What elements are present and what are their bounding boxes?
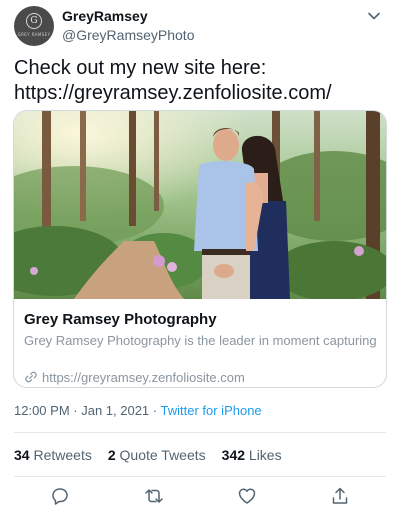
- likes-label: Likes: [248, 447, 282, 463]
- avatar-logo-text: GREY RAMSEY: [17, 32, 51, 37]
- card-link[interactable]: https://greyramsey.zenfoliosite.com: [24, 370, 245, 385]
- retweets-count: 34: [14, 447, 30, 463]
- link-card[interactable]: Grey Ramsey Photography Grey Ramsey Phot…: [13, 110, 387, 388]
- retweet-icon[interactable]: [144, 486, 164, 506]
- divider: [14, 476, 386, 477]
- tweet-header: G GREY RAMSEY GreyRamsey @GreyRamseyPhot…: [14, 6, 386, 48]
- likes-stat[interactable]: 342 Likes: [222, 447, 282, 463]
- divider: [14, 432, 386, 433]
- reply-icon[interactable]: [50, 486, 70, 506]
- tweet-text-line: Check out my new site here:: [14, 57, 267, 79]
- tweet-date[interactable]: Jan 1, 2021: [81, 403, 149, 418]
- quote-tweets-stat[interactable]: 2 Quote Tweets: [108, 447, 206, 463]
- author-handle[interactable]: @GreyRamseyPhoto: [62, 27, 194, 43]
- retweets-stat[interactable]: 34 Retweets: [14, 447, 92, 463]
- author-display-name[interactable]: GreyRamsey: [62, 8, 148, 24]
- tweet-meta: 12:00 PM · Jan 1, 2021 · Twitter for iPh…: [14, 403, 262, 418]
- card-image[interactable]: [14, 111, 386, 299]
- like-icon[interactable]: [237, 486, 257, 506]
- tweet-text: Check out my new site here: https://grey…: [14, 56, 386, 106]
- tweet-stats: 34 Retweets 2 Quote Tweets 342 Likes: [14, 447, 298, 463]
- quote-tweets-label: Quote Tweets: [119, 447, 206, 463]
- card-description: Grey Ramsey Photography is the leader in…: [24, 333, 377, 348]
- share-icon[interactable]: [330, 486, 350, 506]
- meta-separator: ·: [69, 403, 82, 418]
- tweet-source[interactable]: Twitter for iPhone: [161, 403, 262, 418]
- link-icon: [25, 371, 37, 383]
- card-title[interactable]: Grey Ramsey Photography: [24, 311, 217, 328]
- tweet-actions: [14, 486, 386, 508]
- chevron-down-icon[interactable]: [366, 8, 382, 24]
- tweet-link[interactable]: https://greyramsey.zenfoliosite.com/: [14, 81, 386, 106]
- avatar-logo-mark: G: [26, 13, 42, 29]
- meta-separator: ·: [149, 403, 161, 418]
- quote-tweets-count: 2: [107, 447, 116, 463]
- card-link-text: https://greyramsey.zenfoliosite.com: [42, 370, 245, 385]
- likes-count: 342: [221, 447, 246, 463]
- tweet-time[interactable]: 12:00 PM: [14, 403, 70, 418]
- retweets-label: Retweets: [33, 447, 92, 463]
- avatar[interactable]: G GREY RAMSEY: [14, 6, 54, 46]
